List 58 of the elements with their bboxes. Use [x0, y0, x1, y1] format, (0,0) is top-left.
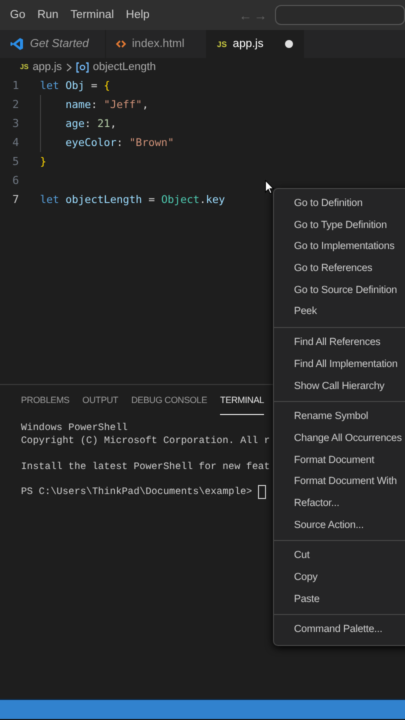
tab-label: index.html: [132, 38, 184, 50]
context-menu-item[interactable]: Refactor...: [274, 492, 405, 515]
chevron-icon: [66, 62, 72, 72]
search-field[interactable]: [275, 5, 405, 25]
context-menu-item[interactable]: Rename Symbol: [274, 406, 405, 428]
context-menu-item[interactable]: Change All Occurrences: [274, 428, 405, 450]
tab-label: app.js: [232, 38, 264, 50]
panel-tab[interactable]: PROBLEMS: [21, 385, 70, 415]
code-line: }: [40, 156, 46, 168]
line-number: 4: [11, 136, 20, 149]
terminal-line: Copyright (C) Microsoft Corporation. All r: [21, 435, 270, 446]
line-number: 3: [11, 117, 20, 130]
context-menu-item[interactable]: Peek: [274, 301, 405, 324]
context-menu-item[interactable]: Format Document With: [274, 471, 405, 493]
context-menu-item[interactable]: Go to Implementations: [274, 236, 405, 258]
panel-tab[interactable]: DEBUG CONSOLE: [131, 385, 208, 415]
context-menu-item[interactable]: Format Document: [274, 450, 405, 472]
context-menu-item[interactable]: Copy: [274, 567, 405, 589]
code-line: age: 21,: [66, 118, 117, 130]
terminal-line: Windows PowerShell: [21, 422, 128, 433]
code-editor-logo-icon: [10, 37, 24, 51]
menu-item[interactable]: Go: [4, 9, 32, 21]
line-number: 2: [11, 98, 20, 111]
code-line: let Obj = {: [40, 80, 110, 92]
menu-item[interactable]: Run: [31, 9, 64, 21]
terminal-line: Install the latest PowerShell for new feat: [21, 460, 270, 472]
context-menu-item[interactable]: Find All References: [274, 332, 405, 354]
breadcrumb-item[interactable]: objectLength: [92, 61, 156, 73]
code-line: eyeColor: "Brown": [66, 136, 174, 148]
line-number: 1: [11, 79, 20, 92]
context-menu-item[interactable]: Go to Definition: [274, 193, 405, 215]
terminal-line: PS C:\Users\ThinkPad\Documents\example>: [21, 486, 252, 497]
code-line: let objectLength = Object.key: [40, 194, 226, 206]
breadcrumb-item[interactable]: app.js: [32, 61, 62, 73]
menu-item[interactable]: Help: [120, 9, 156, 21]
code-brackets-icon: [116, 39, 126, 49]
context-menu-item[interactable]: Command Palette...: [274, 619, 405, 642]
line-number: 7: [11, 193, 20, 206]
tab-label: Get Started: [30, 38, 89, 50]
js-file-icon: JS: [217, 40, 227, 48]
context-menu-item[interactable]: Show Call Hierarchy: [274, 376, 405, 398]
terminal-cursor: [258, 484, 266, 498]
mouse-pointer-icon: [265, 180, 274, 194]
variable-symbol-icon: [76, 62, 89, 72]
context-menu-item[interactable]: Go to References: [274, 258, 405, 280]
code-line: name: "Jeff",: [66, 98, 148, 110]
line-number: 5: [11, 155, 20, 168]
line-number: 6: [11, 174, 20, 187]
panel-tab[interactable]: TERMINAL: [220, 385, 264, 415]
context-menu-item[interactable]: Paste: [274, 588, 405, 610]
context-menu-item[interactable]: Go to Source Definition: [274, 280, 405, 302]
editor-tab[interactable]: JS app.js: [207, 30, 304, 58]
context-menu-item[interactable]: Find All Implementation: [274, 354, 405, 376]
panel-tab[interactable]: OUTPUT: [82, 385, 118, 415]
context-menu-item[interactable]: Source Action...: [274, 514, 405, 536]
context-menu-item[interactable]: Cut: [274, 545, 405, 567]
context-menu-item[interactable]: Go to Type Definition: [274, 214, 405, 236]
menu-item[interactable]: Terminal: [64, 9, 120, 21]
